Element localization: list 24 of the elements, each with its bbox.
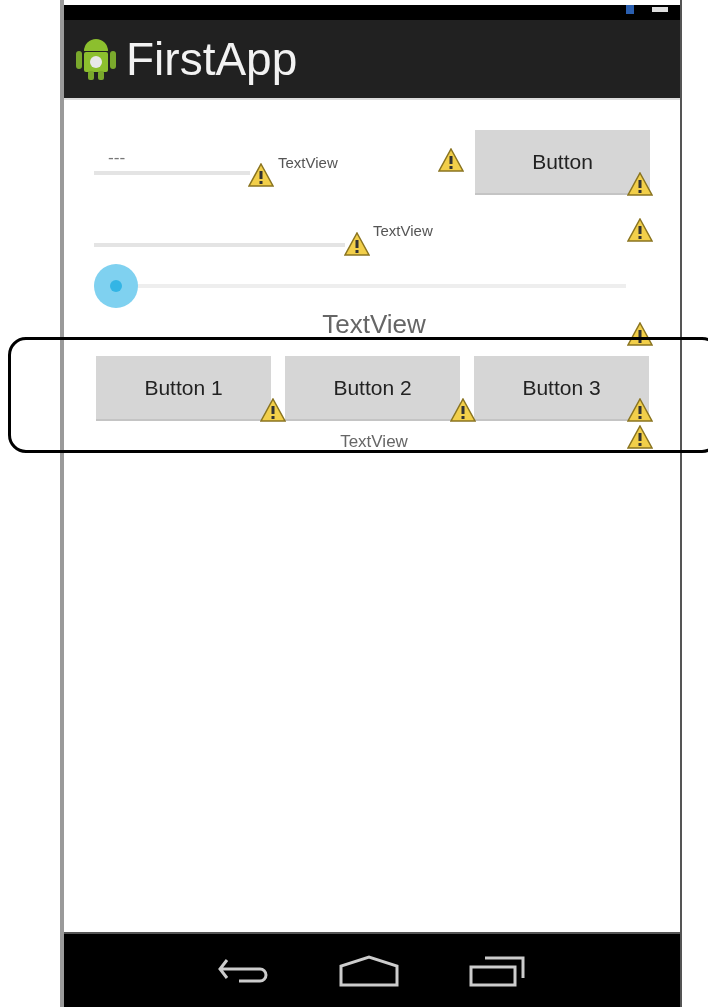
- layout-button[interactable]: Button 2: [285, 356, 460, 421]
- text-label: TextView: [373, 221, 433, 241]
- text-label: TextView: [278, 153, 338, 173]
- text-label: TextView: [340, 431, 408, 453]
- home-icon[interactable]: [339, 954, 399, 987]
- action-button[interactable]: Button: [475, 130, 650, 195]
- text-label: TextView: [322, 310, 426, 338]
- recent-apps-icon[interactable]: [469, 954, 527, 987]
- warning-icon: [260, 398, 286, 422]
- layout-button[interactable]: Button 1: [96, 356, 271, 421]
- warning-icon: [627, 172, 653, 196]
- layout-button[interactable]: Button 3: [474, 356, 649, 421]
- warning-icon: [450, 398, 476, 422]
- warning-icon: [627, 398, 653, 422]
- warning-icon: [627, 425, 653, 449]
- text-field[interactable]: ---: [94, 148, 250, 175]
- status-icon: [624, 5, 636, 15]
- status-icon: [652, 5, 668, 13]
- warning-icon: [438, 148, 464, 172]
- warning-icon: [627, 218, 653, 242]
- warning-icon: [627, 322, 653, 346]
- warning-icon: [248, 163, 274, 187]
- warning-icon: [344, 232, 370, 256]
- android-robot-icon: [76, 37, 116, 81]
